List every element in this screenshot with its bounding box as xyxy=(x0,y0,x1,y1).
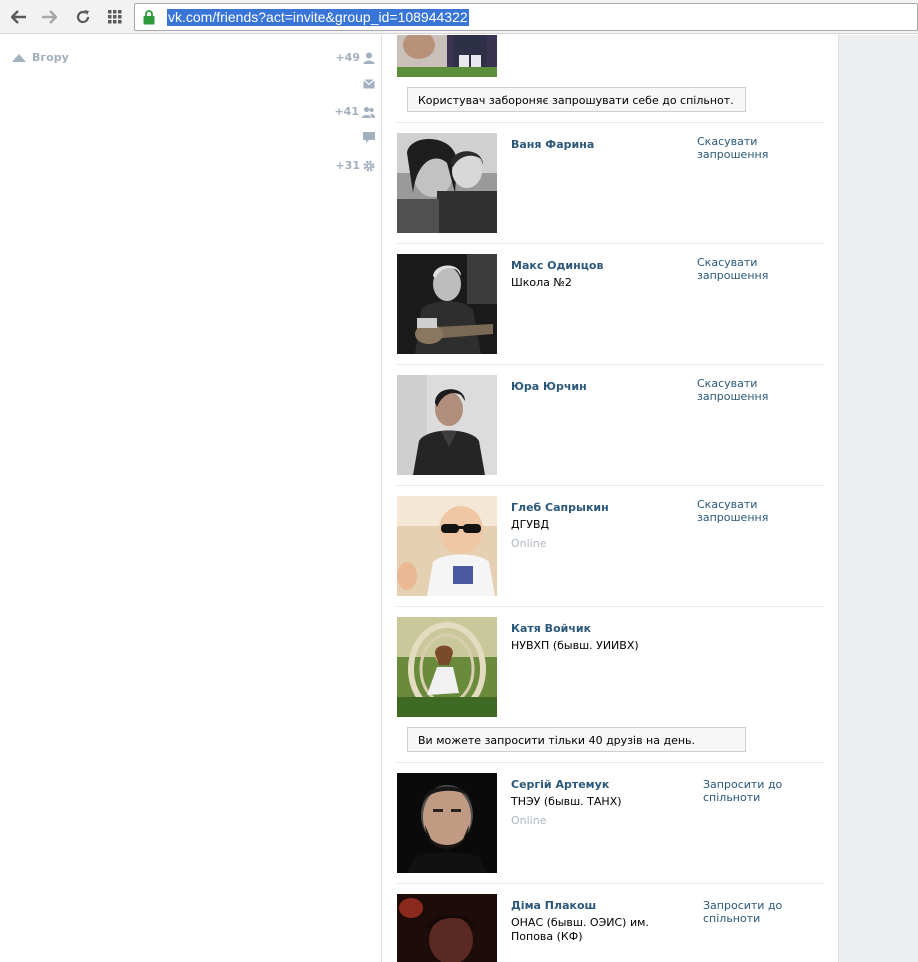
invite-to-community-link[interactable]: Запросити до спільноти xyxy=(703,778,789,804)
sidebar-counter-messages[interactable] xyxy=(363,79,375,89)
friend-row: Катя Войчик НУВХП (бывш. УИИВХ) xyxy=(397,617,824,717)
daily-limit-notice: Ви можете запросити тільки 40 друзів на … xyxy=(407,727,746,752)
online-status: Online xyxy=(511,537,547,550)
friend-name-link[interactable]: Діма Плакош xyxy=(511,899,596,912)
friend-row: Діма Плакош ОНАС (бывш. ОЭИС) им. Попова… xyxy=(397,894,824,962)
sidebar-counter-comments[interactable] xyxy=(363,132,375,143)
cancel-invite-link[interactable]: Скасувати запрошення xyxy=(697,135,824,161)
mail-icon xyxy=(363,79,375,89)
divider xyxy=(397,762,824,763)
back-button[interactable] xyxy=(8,6,30,28)
invite-restriction-notice: Користувач забороняє запрошувати себе до… xyxy=(407,87,746,112)
right-margin xyxy=(838,35,918,962)
sidebar-counters: +49 +41 +31 xyxy=(0,35,375,235)
gear-icon xyxy=(363,160,375,171)
user-icon xyxy=(363,52,375,64)
friend-name-link[interactable]: Макс Одинцов xyxy=(511,259,603,272)
avatar[interactable] xyxy=(397,375,497,475)
friend-school: ОНАС (бывш. ОЭИС) им. Попова (КФ) xyxy=(511,916,649,943)
divider xyxy=(397,243,824,244)
arrow-right-icon xyxy=(42,10,57,24)
cancel-invite-link[interactable]: Скасувати запрошення xyxy=(697,498,824,524)
counter-value: +49 xyxy=(335,51,360,64)
invite-to-community-link[interactable]: Запросити до спільноти xyxy=(703,899,789,925)
friend-row: Юра Юрчин Скасувати запрошення xyxy=(397,375,824,475)
sidebar-counter-friends[interactable]: +49 xyxy=(335,51,375,64)
friend-name-link[interactable]: Сергій Артемук xyxy=(511,778,609,791)
forward-button[interactable] xyxy=(38,6,60,28)
divider xyxy=(397,364,824,365)
url-text[interactable]: vk.com/friends?act=invite&group_id=10894… xyxy=(167,9,469,26)
divider xyxy=(397,883,824,884)
friend-row: Сергій Артемук ТНЭУ (бывш. ТАНХ) Online … xyxy=(397,773,824,873)
avatar[interactable] xyxy=(397,35,497,77)
divider xyxy=(397,485,824,486)
friend-row: Глеб Сапрыкин ДГУВД Online Скасувати зап… xyxy=(397,496,824,596)
arrow-left-icon xyxy=(11,10,26,24)
avatar[interactable] xyxy=(397,617,497,717)
comment-icon xyxy=(363,132,375,143)
cancel-invite-link[interactable]: Скасувати запрошення xyxy=(697,377,824,403)
friend-name-link[interactable]: Катя Войчик xyxy=(511,622,591,635)
cancel-invite-link[interactable]: Скасувати запрошення xyxy=(697,256,824,282)
reload-button[interactable] xyxy=(72,6,94,28)
lock-icon xyxy=(143,10,155,25)
friend-school: ТНЭУ (бывш. ТАНХ) xyxy=(511,795,622,808)
sidebar-counter-settings[interactable]: +31 xyxy=(335,159,375,172)
friend-name-link[interactable]: Юра Юрчин xyxy=(511,380,587,393)
apps-button[interactable] xyxy=(104,6,126,28)
friend-school: Школа №2 xyxy=(511,276,572,289)
friend-row: Макс Одинцов Школа №2 Скасувати запрошен… xyxy=(397,254,824,354)
apps-grid-icon xyxy=(108,10,122,24)
avatar[interactable] xyxy=(397,133,497,233)
friend-school: ДГУВД xyxy=(511,518,550,531)
avatar[interactable] xyxy=(397,894,497,962)
avatar[interactable] xyxy=(397,773,497,873)
friend-row: Ваня Фарина Скасувати запрошення xyxy=(397,133,824,233)
avatar[interactable] xyxy=(397,496,497,596)
friend-name-link[interactable]: Ваня Фарина xyxy=(511,138,594,151)
browser-toolbar: vk.com/friends?act=invite&group_id=10894… xyxy=(0,0,918,34)
friend-school: НУВХП (бывш. УИИВХ) xyxy=(511,639,639,652)
online-status: Online xyxy=(511,814,547,827)
users-icon xyxy=(362,106,375,118)
friend-name-link[interactable]: Глеб Сапрыкин xyxy=(511,501,609,514)
counter-value: +41 xyxy=(334,105,359,118)
divider xyxy=(397,122,824,123)
sidebar-counter-groups[interactable]: +41 xyxy=(334,105,375,118)
reload-icon xyxy=(76,10,90,24)
address-bar[interactable]: vk.com/friends?act=invite&group_id=10894… xyxy=(134,3,918,31)
list-item xyxy=(397,35,824,77)
counter-value: +31 xyxy=(335,159,360,172)
avatar[interactable] xyxy=(397,254,497,354)
divider xyxy=(397,606,824,607)
